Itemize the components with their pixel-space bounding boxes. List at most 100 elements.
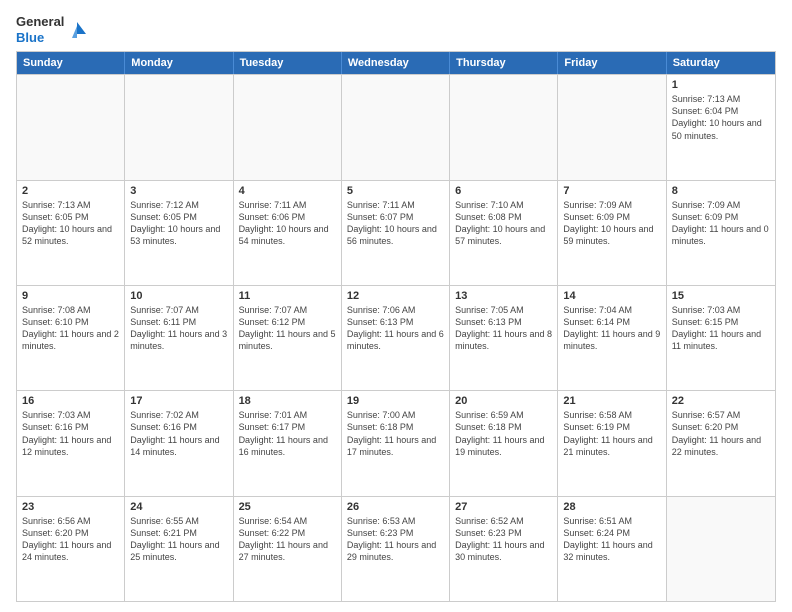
week-row-2: 9 Sunrise: 7:08 AM Sunset: 6:10 PM Daylig… — [17, 285, 775, 390]
day-cell-14: 14 Sunrise: 7:04 AM Sunset: 6:14 PM Dayli… — [558, 286, 666, 390]
day-cell-25: 25Sunrise: 6:54 AM Sunset: 6:22 PM Dayli… — [234, 497, 342, 601]
day-cell-1: 1Sunrise: 7:13 AM Sunset: 6:04 PM Daylig… — [667, 75, 775, 179]
day-number: 11 — [239, 290, 336, 302]
empty-cell-0-5 — [558, 75, 666, 179]
day-number: 27 — [455, 501, 552, 513]
day-cell-16: 16 Sunrise: 7:03 AM Sunset: 6:16 PM Dayli… — [17, 391, 125, 495]
day-number: 13 — [455, 290, 552, 302]
day-cell-18: 18 Sunrise: 7:01 AM Sunset: 6:17 PM Dayli… — [234, 391, 342, 495]
header-day-tuesday: Tuesday — [234, 52, 342, 74]
empty-cell-0-1 — [125, 75, 233, 179]
day-number: 12 — [347, 290, 444, 302]
day-number: 10 — [130, 290, 227, 302]
day-info: Sunrise: 7:12 AM Sunset: 6:05 PM Dayligh… — [130, 199, 227, 248]
day-info: Sunrise: 6:56 AM Sunset: 6:20 PM Dayligh… — [22, 515, 119, 564]
week-row-0: 1Sunrise: 7:13 AM Sunset: 6:04 PM Daylig… — [17, 74, 775, 179]
empty-cell-0-0 — [17, 75, 125, 179]
day-info: Sunrise: 7:03 AM Sunset: 6:16 PM Dayligh… — [22, 409, 119, 458]
day-number: 8 — [672, 185, 770, 197]
logo-blue: Blue — [16, 30, 44, 45]
day-info: Sunrise: 7:02 AM Sunset: 6:16 PM Dayligh… — [130, 409, 227, 458]
day-cell-20: 20 Sunrise: 6:59 AM Sunset: 6:18 PM Dayli… — [450, 391, 558, 495]
day-number: 6 — [455, 185, 552, 197]
day-cell-24: 24Sunrise: 6:55 AM Sunset: 6:21 PM Dayli… — [125, 497, 233, 601]
day-info: Sunrise: 7:03 AM Sunset: 6:15 PM Dayligh… — [672, 304, 770, 353]
page: General Blue SundayMondayTuesdayWednesda… — [0, 0, 792, 612]
empty-cell-4-6 — [667, 497, 775, 601]
day-info: Sunrise: 7:08 AM Sunset: 6:10 PM Dayligh… — [22, 304, 119, 353]
day-number: 15 — [672, 290, 770, 302]
day-cell-15: 15 Sunrise: 7:03 AM Sunset: 6:15 PM Dayli… — [667, 286, 775, 390]
day-info: Sunrise: 7:11 AM Sunset: 6:07 PM Dayligh… — [347, 199, 444, 248]
header-day-wednesday: Wednesday — [342, 52, 450, 74]
day-info: Sunrise: 7:13 AM Sunset: 6:05 PM Dayligh… — [22, 199, 119, 248]
logo-sail-icon — [68, 20, 86, 40]
day-info: Sunrise: 6:58 AM Sunset: 6:19 PM Dayligh… — [563, 409, 660, 458]
day-cell-3: 3 Sunrise: 7:12 AM Sunset: 6:05 PM Daylig… — [125, 181, 233, 285]
day-number: 22 — [672, 395, 770, 407]
day-number: 28 — [563, 501, 660, 513]
day-number: 14 — [563, 290, 660, 302]
day-info: Sunrise: 7:13 AM Sunset: 6:04 PM Dayligh… — [672, 93, 770, 142]
day-number: 3 — [130, 185, 227, 197]
day-number: 19 — [347, 395, 444, 407]
day-number: 18 — [239, 395, 336, 407]
day-cell-5: 5 Sunrise: 7:11 AM Sunset: 6:07 PM Daylig… — [342, 181, 450, 285]
header-day-saturday: Saturday — [667, 52, 775, 74]
day-cell-9: 9 Sunrise: 7:08 AM Sunset: 6:10 PM Daylig… — [17, 286, 125, 390]
day-number: 26 — [347, 501, 444, 513]
day-info: Sunrise: 7:00 AM Sunset: 6:18 PM Dayligh… — [347, 409, 444, 458]
day-number: 4 — [239, 185, 336, 197]
day-info: Sunrise: 7:06 AM Sunset: 6:13 PM Dayligh… — [347, 304, 444, 353]
day-info: Sunrise: 7:07 AM Sunset: 6:11 PM Dayligh… — [130, 304, 227, 353]
header-day-thursday: Thursday — [450, 52, 558, 74]
day-number: 17 — [130, 395, 227, 407]
header-day-friday: Friday — [558, 52, 666, 74]
calendar-header: SundayMondayTuesdayWednesdayThursdayFrid… — [17, 52, 775, 74]
calendar-body: 1Sunrise: 7:13 AM Sunset: 6:04 PM Daylig… — [17, 74, 775, 601]
day-number: 5 — [347, 185, 444, 197]
empty-cell-0-4 — [450, 75, 558, 179]
day-info: Sunrise: 7:01 AM Sunset: 6:17 PM Dayligh… — [239, 409, 336, 458]
empty-cell-0-3 — [342, 75, 450, 179]
week-row-3: 16 Sunrise: 7:03 AM Sunset: 6:16 PM Dayli… — [17, 390, 775, 495]
day-info: Sunrise: 7:09 AM Sunset: 6:09 PM Dayligh… — [672, 199, 770, 248]
week-row-1: 2 Sunrise: 7:13 AM Sunset: 6:05 PM Daylig… — [17, 180, 775, 285]
day-info: Sunrise: 7:10 AM Sunset: 6:08 PM Dayligh… — [455, 199, 552, 248]
day-info: Sunrise: 7:07 AM Sunset: 6:12 PM Dayligh… — [239, 304, 336, 353]
day-info: Sunrise: 7:09 AM Sunset: 6:09 PM Dayligh… — [563, 199, 660, 248]
logo-general: General — [16, 14, 64, 29]
day-info: Sunrise: 6:52 AM Sunset: 6:23 PM Dayligh… — [455, 515, 552, 564]
top-section: General Blue — [16, 12, 776, 45]
day-cell-26: 26 Sunrise: 6:53 AM Sunset: 6:23 PM Dayli… — [342, 497, 450, 601]
day-number: 7 — [563, 185, 660, 197]
calendar: SundayMondayTuesdayWednesdayThursdayFrid… — [16, 51, 776, 602]
week-row-4: 23 Sunrise: 6:56 AM Sunset: 6:20 PM Dayli… — [17, 496, 775, 601]
logo: General Blue — [16, 14, 86, 45]
day-number: 20 — [455, 395, 552, 407]
day-cell-12: 12 Sunrise: 7:06 AM Sunset: 6:13 PM Dayli… — [342, 286, 450, 390]
day-cell-11: 11 Sunrise: 7:07 AM Sunset: 6:12 PM Dayli… — [234, 286, 342, 390]
day-info: Sunrise: 6:57 AM Sunset: 6:20 PM Dayligh… — [672, 409, 770, 458]
day-number: 2 — [22, 185, 119, 197]
day-info: Sunrise: 6:59 AM Sunset: 6:18 PM Dayligh… — [455, 409, 552, 458]
day-number: 16 — [22, 395, 119, 407]
day-info: Sunrise: 7:11 AM Sunset: 6:06 PM Dayligh… — [239, 199, 336, 248]
day-number: 9 — [22, 290, 119, 302]
day-cell-13: 13Sunrise: 7:05 AM Sunset: 6:13 PM Dayli… — [450, 286, 558, 390]
day-cell-2: 2 Sunrise: 7:13 AM Sunset: 6:05 PM Daylig… — [17, 181, 125, 285]
day-cell-28: 28Sunrise: 6:51 AM Sunset: 6:24 PM Dayli… — [558, 497, 666, 601]
day-cell-22: 22 Sunrise: 6:57 AM Sunset: 6:20 PM Dayli… — [667, 391, 775, 495]
day-cell-23: 23 Sunrise: 6:56 AM Sunset: 6:20 PM Dayli… — [17, 497, 125, 601]
header-day-sunday: Sunday — [17, 52, 125, 74]
day-cell-17: 17 Sunrise: 7:02 AM Sunset: 6:16 PM Dayli… — [125, 391, 233, 495]
day-cell-21: 21Sunrise: 6:58 AM Sunset: 6:19 PM Dayli… — [558, 391, 666, 495]
day-cell-27: 27 Sunrise: 6:52 AM Sunset: 6:23 PM Dayli… — [450, 497, 558, 601]
day-info: Sunrise: 7:04 AM Sunset: 6:14 PM Dayligh… — [563, 304, 660, 353]
day-cell-7: 7 Sunrise: 7:09 AM Sunset: 6:09 PM Daylig… — [558, 181, 666, 285]
day-info: Sunrise: 6:53 AM Sunset: 6:23 PM Dayligh… — [347, 515, 444, 564]
day-cell-6: 6 Sunrise: 7:10 AM Sunset: 6:08 PM Daylig… — [450, 181, 558, 285]
day-number: 23 — [22, 501, 119, 513]
day-cell-4: 4 Sunrise: 7:11 AM Sunset: 6:06 PM Daylig… — [234, 181, 342, 285]
day-number: 25 — [239, 501, 336, 513]
